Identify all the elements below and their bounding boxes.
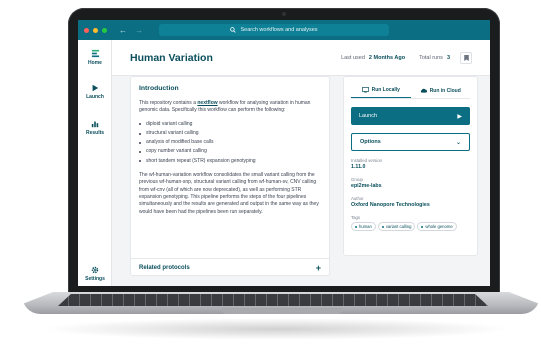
monitor-icon xyxy=(361,87,369,93)
tag-text: human xyxy=(359,224,372,229)
sidebar-item-results[interactable]: Results xyxy=(78,120,112,136)
run-panel: Run Locally Run in Cloud Launch ▶ Option… xyxy=(343,76,478,256)
arrow-left-icon: ← xyxy=(119,25,127,35)
close-window-button[interactable] xyxy=(84,27,89,33)
tags-label: Tags xyxy=(351,215,361,220)
list-item: diploid variant calling xyxy=(139,120,321,129)
cloud-icon xyxy=(420,88,427,93)
group-value: epi2me-labs xyxy=(351,183,382,189)
tab-label: Run Locally xyxy=(371,87,400,93)
related-protocols-row[interactable]: Related protocols + xyxy=(131,258,329,277)
nextflow-link[interactable]: nextflow xyxy=(197,100,217,106)
introduction-card: Introduction This repository contains a … xyxy=(130,76,330,276)
list-item-text: structural variant calling xyxy=(146,129,199,136)
author-value: Oxford Nanopore Technologies xyxy=(351,202,430,208)
sidebar-item-label: Home xyxy=(88,60,102,66)
installed-version-value: 1.11.0 xyxy=(351,164,366,170)
sidebar-item-launch[interactable]: Launch xyxy=(78,84,112,100)
list-item-text: short tandem repeat (STR) expansion geno… xyxy=(146,157,256,164)
tab-run-in-cloud[interactable]: Run in Cloud xyxy=(411,83,471,98)
page-header: Human Variation Last used 2 Months Ago T… xyxy=(112,40,490,76)
trackpad-notch xyxy=(222,308,342,314)
gear-icon xyxy=(91,266,99,274)
group-label: Group xyxy=(351,177,363,182)
introduction-paragraph: This repository contains a nextflow work… xyxy=(139,100,321,115)
bookmark-icon xyxy=(463,54,469,61)
title-bar: ← → Search workflows and analyses xyxy=(78,20,490,40)
list-item: structural variant calling xyxy=(139,129,321,138)
total-runs-value: 3 xyxy=(446,54,450,61)
list-item-text: diploid variant calling xyxy=(146,120,193,127)
keyboard xyxy=(58,294,488,306)
search-placeholder: Search workflows and analyses xyxy=(240,27,318,33)
maximize-window-button[interactable] xyxy=(102,27,107,33)
play-icon xyxy=(92,84,99,92)
launch-button[interactable]: Launch ▶ xyxy=(351,107,470,125)
intro-text: This repository contains a xyxy=(139,100,198,106)
capability-list: diploid variant calling structural varia… xyxy=(139,120,321,166)
arrow-right-icon: → xyxy=(135,25,143,35)
chevron-down-icon: ⌄ xyxy=(455,139,461,146)
tag-chip[interactable]: whole genome xyxy=(417,222,457,231)
minimize-window-button[interactable] xyxy=(93,27,98,33)
page-title: Human Variation xyxy=(130,51,213,64)
workflow-meta: Last used 2 Months Ago Total runs 3 xyxy=(341,51,472,64)
sidebar-item-settings[interactable]: Settings xyxy=(78,266,112,282)
tag-chip[interactable]: variant calling xyxy=(377,222,416,231)
sidebar-item-label: Launch xyxy=(86,94,104,100)
sidebar-item-home[interactable]: Home xyxy=(78,49,112,66)
workflow-description: The wf-human-variation workflow consolid… xyxy=(139,172,319,215)
author-label: Author xyxy=(351,196,364,201)
related-protocols-label: Related protocols xyxy=(139,265,190,271)
tag-chip[interactable]: human xyxy=(351,222,376,231)
play-icon: ▶ xyxy=(457,113,462,120)
search-bar[interactable]: Search workflows and analyses xyxy=(159,24,389,36)
list-item-text: analysis of modified base calls xyxy=(146,139,214,146)
list-item-text: copy number variant calling xyxy=(146,148,207,155)
list-item: short tandem repeat (STR) expansion geno… xyxy=(139,157,321,166)
installed-version-label: Installed version xyxy=(351,158,383,163)
options-dropdown[interactable]: Options ⌄ xyxy=(351,133,470,151)
tab-label: Run in Cloud xyxy=(429,87,461,94)
tag-text: whole genome xyxy=(425,224,453,229)
options-label: Options xyxy=(360,139,381,145)
plus-icon: + xyxy=(315,263,321,273)
bar-chart-icon xyxy=(91,121,99,128)
back-button[interactable]: ← xyxy=(117,25,129,36)
sidebar-item-label: Results xyxy=(85,130,105,136)
home-icon xyxy=(91,49,99,58)
laptop-shadow xyxy=(40,318,510,340)
list-item: analysis of modified base calls xyxy=(139,138,321,147)
run-tabs: Run Locally Run in Cloud xyxy=(351,83,470,99)
last-used-label: Last used xyxy=(341,54,365,61)
sidebar-item-label: Settings xyxy=(85,276,105,282)
tag-list: human variant calling whole genome xyxy=(351,222,470,231)
list-item: copy number variant calling xyxy=(139,147,321,156)
introduction-title: Introduction xyxy=(139,85,179,92)
total-runs-label: Total runs xyxy=(419,54,443,61)
sidebar: Home Launch Results Settings xyxy=(78,40,112,286)
launch-label: Launch xyxy=(359,113,378,119)
app-window: ← → Search workflows and analyses Home L… xyxy=(78,20,490,286)
tag-text: variant calling xyxy=(385,224,412,229)
bookmark-button[interactable] xyxy=(460,51,472,64)
last-used-value: 2 Months Ago xyxy=(368,54,406,61)
forward-button[interactable]: → xyxy=(133,25,145,36)
tab-run-locally[interactable]: Run Locally xyxy=(351,83,411,98)
camera xyxy=(282,12,286,16)
search-icon xyxy=(230,27,237,33)
